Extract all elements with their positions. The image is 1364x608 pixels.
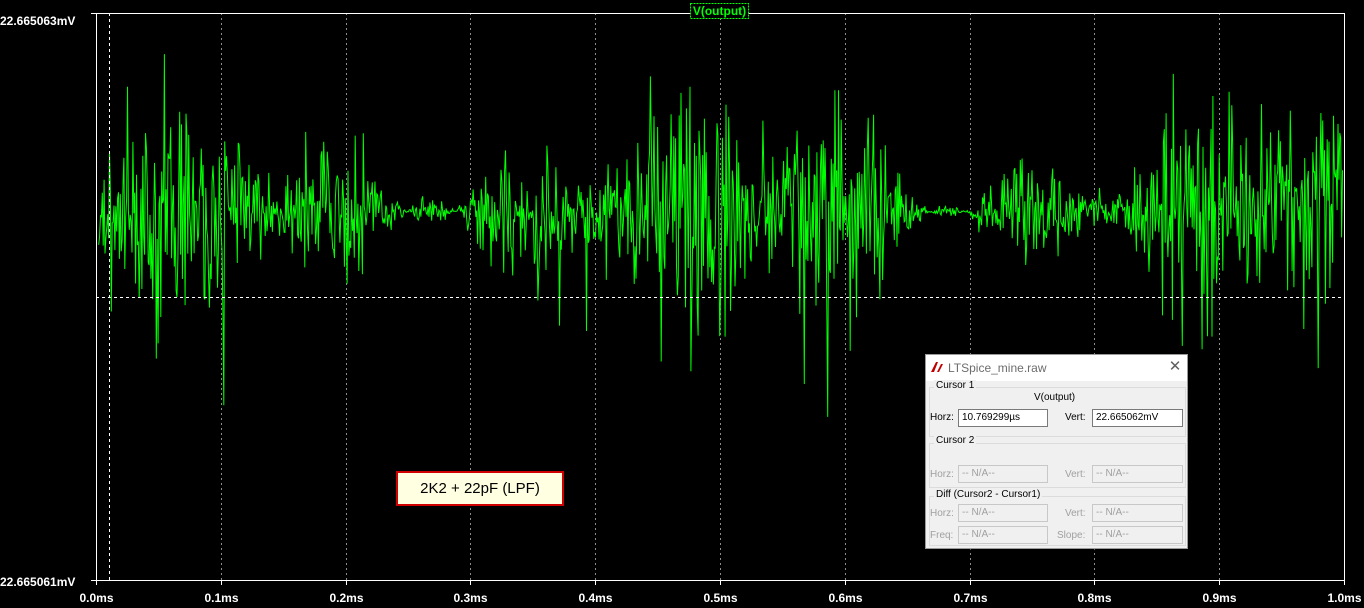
cursor2-vert-field: -- N/A--	[1092, 465, 1183, 483]
cursor1-vert-field[interactable]: 22.665062mV	[1092, 409, 1183, 427]
annotation-label[interactable]: 2K2 + 22pF (LPF)	[396, 471, 564, 506]
cursor2-group-label: Cursor 2	[934, 435, 977, 446]
cursor1-trace-name: V(output)	[1034, 392, 1076, 403]
x-tick-label: 0.7ms	[953, 591, 987, 605]
cursor1-group-label: Cursor 1	[934, 380, 977, 391]
cursor-window-title: LTSpice_mine.raw	[948, 361, 1047, 375]
close-icon[interactable]: ✕	[1166, 357, 1184, 377]
x-tick-label: 0.1ms	[204, 591, 238, 605]
diff-slope-field: -- N/A--	[1092, 526, 1183, 544]
cursor-window[interactable]: LTSpice_mine.raw ✕ Cursor 1 V(output) Ho…	[925, 354, 1188, 549]
x-tick-label: 0.3ms	[453, 591, 487, 605]
y-tick-bottom: 22.665061mV	[0, 575, 75, 589]
cursor2-vert-label: Vert:	[1065, 469, 1086, 480]
x-tick-label: 0.8ms	[1077, 591, 1111, 605]
y-tick-top: 22.665063mV	[0, 14, 75, 28]
x-tick-label: 0.6ms	[828, 591, 862, 605]
diff-vert-field: -- N/A--	[1092, 504, 1183, 522]
cursor-window-titlebar[interactable]: LTSpice_mine.raw ✕	[926, 355, 1187, 381]
cursor1-vert-label: Vert:	[1065, 412, 1086, 423]
x-tick-label: 1.0ms	[1327, 591, 1361, 605]
diff-slope-label: Slope:	[1057, 530, 1086, 541]
diff-freq-label: Freq:	[930, 530, 954, 541]
x-tick-label: 0.2ms	[329, 591, 363, 605]
x-tick-label: 0.4ms	[578, 591, 612, 605]
trace-title[interactable]: V(output)	[690, 3, 749, 19]
diff-vert-label: Vert:	[1065, 508, 1086, 519]
x-tick-label: 0.0ms	[79, 591, 113, 605]
diff-group-label: Diff (Cursor2 - Cursor1)	[934, 489, 1043, 500]
diff-horz-field: -- N/A--	[958, 504, 1048, 522]
cursor1-horz-label: Horz:	[930, 412, 954, 423]
x-tick-label: 0.9ms	[1202, 591, 1236, 605]
cursor2-horz-field: -- N/A--	[958, 465, 1048, 483]
trace-title-label: V(output)	[693, 4, 746, 18]
cursor1-horz-field[interactable]: 10.769299µs	[958, 409, 1048, 427]
diff-horz-label: Horz:	[930, 508, 954, 519]
cursor2-horz-label: Horz:	[930, 469, 954, 480]
diff-freq-field: -- N/A--	[958, 526, 1048, 544]
ltspice-logo-icon	[931, 362, 943, 372]
x-tick-label: 0.5ms	[703, 591, 737, 605]
